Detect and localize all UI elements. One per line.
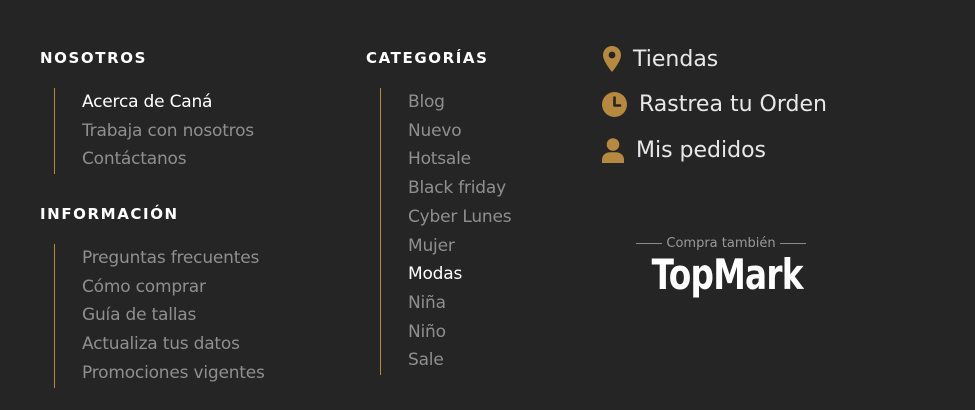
quick-link-tiendas[interactable]: Tiendas <box>603 46 718 72</box>
user-icon <box>602 138 624 163</box>
category-links: Blog Nuevo Hotsale Black friday Cyber Lu… <box>380 88 512 376</box>
brand-logo-topmark[interactable]: TopMark <box>652 250 804 299</box>
quick-link-label: Tiendas <box>633 46 719 72</box>
info-links: Preguntas frecuentes Cómo comprar Guía d… <box>54 244 265 388</box>
about-links: Acerca de Caná Trabaja con nosotros Cont… <box>54 88 254 175</box>
link-como-comprar[interactable]: Cómo comprar <box>82 273 265 302</box>
quick-link-label: Rastrea tu Orden <box>639 92 827 117</box>
section-title-categorias: CATEGORÍAS <box>366 49 489 67</box>
link-nina[interactable]: Niña <box>408 289 511 318</box>
link-black-friday[interactable]: Black friday <box>408 174 511 203</box>
link-acerca[interactable]: Acerca de Caná <box>82 88 254 117</box>
link-hotsale[interactable]: Hotsale <box>408 145 511 174</box>
brand-tagline-text: Compra también <box>666 236 776 251</box>
link-actualiza-datos[interactable]: Actualiza tus datos <box>82 330 265 359</box>
link-modas[interactable]: Modas <box>408 260 511 289</box>
link-guia-tallas[interactable]: Guía de tallas <box>82 301 265 330</box>
location-pin-icon <box>603 46 621 72</box>
link-nuevo[interactable]: Nuevo <box>408 117 511 146</box>
divider <box>779 243 806 244</box>
brand-tagline: Compra también <box>632 236 810 251</box>
link-nino[interactable]: Niño <box>408 318 511 347</box>
link-mujer[interactable]: Mujer <box>408 232 511 261</box>
link-cyber-lunes[interactable]: Cyber Lunes <box>408 203 512 232</box>
quick-link-pedidos[interactable]: Mis pedidos <box>602 138 766 163</box>
link-blog[interactable]: Blog <box>408 88 511 117</box>
quick-link-rastrea[interactable]: Rastrea tu Orden <box>602 92 827 117</box>
divider <box>636 243 663 244</box>
link-sale[interactable]: Sale <box>408 346 511 375</box>
link-preguntas[interactable]: Preguntas frecuentes <box>82 244 265 273</box>
link-promociones[interactable]: Promociones vigentes <box>82 359 265 388</box>
clock-icon <box>602 92 627 117</box>
section-title-nosotros: NOSOTROS <box>40 49 147 67</box>
section-title-informacion: INFORMACIÓN <box>40 205 179 223</box>
link-trabaja[interactable]: Trabaja con nosotros <box>82 117 254 146</box>
quick-link-label: Mis pedidos <box>636 138 767 163</box>
link-contactanos[interactable]: Contáctanos <box>82 145 254 174</box>
